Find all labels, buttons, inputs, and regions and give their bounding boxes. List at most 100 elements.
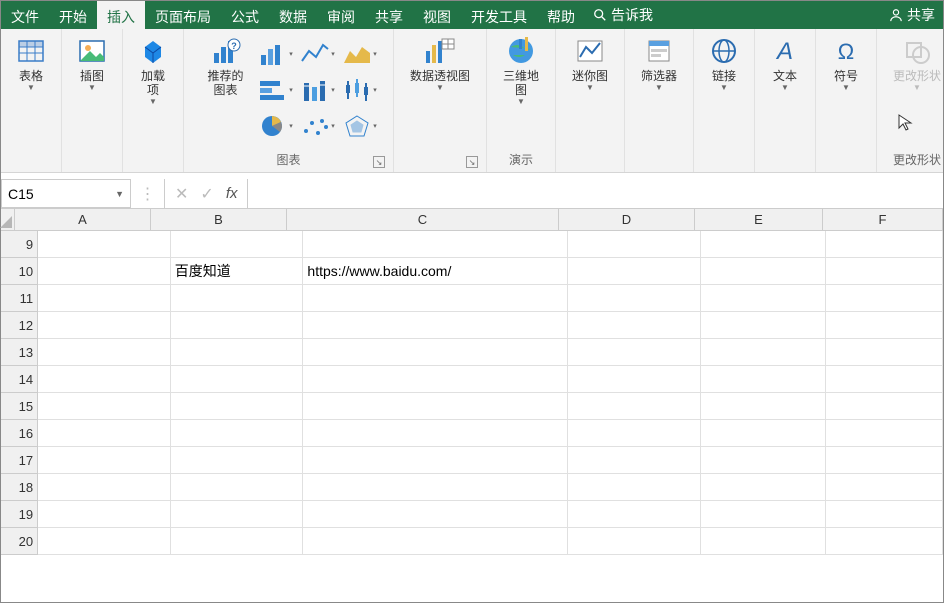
tab-help[interactable]: 帮助 [537,1,585,29]
cell-E14[interactable] [701,366,826,393]
tab-view[interactable]: 视图 [413,1,461,29]
cell-B9[interactable] [171,231,304,258]
cell-B13[interactable] [171,339,304,366]
cell-D18[interactable] [568,474,701,501]
cell-D12[interactable] [568,312,701,339]
cell-C16[interactable] [303,420,568,447]
row-header-10[interactable]: 10 [1,258,38,285]
fbar-expand[interactable]: ⋮ [131,179,165,208]
cell-A11[interactable] [38,285,171,312]
row-header-20[interactable]: 20 [1,528,38,555]
cell-D17[interactable] [568,447,701,474]
cell-A15[interactable] [38,393,171,420]
cell-C18[interactable] [303,474,568,501]
cancel-icon[interactable]: ✕ [175,184,188,204]
cell-D14[interactable] [568,366,701,393]
cell-D19[interactable] [568,501,701,528]
select-all-corner[interactable] [1,209,15,230]
row-header-9[interactable]: 9 [1,231,38,258]
cell-E11[interactable] [701,285,826,312]
cell-B19[interactable] [171,501,304,528]
tab-home[interactable]: 开始 [49,1,97,29]
cell-E13[interactable] [701,339,826,366]
cell-A16[interactable] [38,420,171,447]
cell-E19[interactable] [701,501,826,528]
cell-A13[interactable] [38,339,171,366]
cell-B11[interactable] [171,285,304,312]
cell-D10[interactable] [568,258,701,285]
cell-F14[interactable] [826,366,943,393]
cell-A20[interactable] [38,528,171,555]
cell-B17[interactable] [171,447,304,474]
cell-A18[interactable] [38,474,171,501]
row-header-18[interactable]: 18 [1,474,38,501]
cell-D13[interactable] [568,339,701,366]
pivot-launcher[interactable]: ↘ [466,156,478,168]
radar-chart-button[interactable]: ▾ [340,109,380,143]
name-box[interactable]: C15 ▼ [1,179,131,208]
cell-F19[interactable] [826,501,943,528]
cell-A19[interactable] [38,501,171,528]
row-header-19[interactable]: 19 [1,501,38,528]
addins-button[interactable]: 加载 项 ▼ [129,33,177,108]
cell-E17[interactable] [701,447,826,474]
row-header-16[interactable]: 16 [1,420,38,447]
line-chart-button[interactable]: ▾ [298,37,338,71]
tab-review[interactable]: 审阅 [317,1,365,29]
cell-C10[interactable]: https://www.baidu.com/ [303,258,568,285]
confirm-icon[interactable]: ✓ [200,184,213,204]
cell-A10[interactable] [38,258,171,285]
column-header-C[interactable]: C [287,209,559,230]
formula-input[interactable] [248,179,943,208]
cell-D16[interactable] [568,420,701,447]
charts-launcher[interactable]: ↘ [373,156,385,168]
tab-insert[interactable]: 插入 [97,1,145,29]
cell-F9[interactable] [826,231,943,258]
cell-C13[interactable] [303,339,568,366]
cell-F12[interactable] [826,312,943,339]
column-header-B[interactable]: B [151,209,287,230]
row-header-15[interactable]: 15 [1,393,38,420]
cell-B16[interactable] [171,420,304,447]
cell-E10[interactable] [701,258,826,285]
tab-page-layout[interactable]: 页面布局 [145,1,221,29]
cell-F18[interactable] [826,474,943,501]
cell-D11[interactable] [568,285,701,312]
illustrations-button[interactable]: 插图 ▼ [68,33,116,94]
tab-formulas[interactable]: 公式 [221,1,269,29]
cell-A12[interactable] [38,312,171,339]
table-button[interactable]: 表格 ▼ [7,33,55,94]
cell-C12[interactable] [303,312,568,339]
cell-E15[interactable] [701,393,826,420]
cell-B20[interactable] [171,528,304,555]
cell-B12[interactable] [171,312,304,339]
cell-D9[interactable] [568,231,701,258]
tab-file[interactable]: 文件 [1,1,49,29]
row-header-11[interactable]: 11 [1,285,38,312]
cell-F17[interactable] [826,447,943,474]
cell-B14[interactable] [171,366,304,393]
symbols-button[interactable]: Ω 符号 ▼ [822,33,870,94]
bar-chart-button[interactable]: ▾ [256,73,296,107]
cell-A17[interactable] [38,447,171,474]
tell-me-search[interactable]: 告诉我 [585,1,661,29]
fx-icon[interactable]: fx [226,185,238,202]
tab-share[interactable]: 共享 [365,1,413,29]
row-header-13[interactable]: 13 [1,339,38,366]
area-chart-button[interactable]: ▾ [340,37,380,71]
row-header-12[interactable]: 12 [1,312,38,339]
sparklines-button[interactable]: 迷你图 ▼ [562,33,618,94]
cell-E16[interactable] [701,420,826,447]
cell-B18[interactable] [171,474,304,501]
cell-F11[interactable] [826,285,943,312]
cell-F15[interactable] [826,393,943,420]
cell-F20[interactable] [826,528,943,555]
column-header-A[interactable]: A [15,209,151,230]
pie-chart-button[interactable]: ▾ [256,109,296,143]
cell-C14[interactable] [303,366,568,393]
cell-F13[interactable] [826,339,943,366]
cell-C17[interactable] [303,447,568,474]
column-chart-button[interactable]: ▾ [256,37,296,71]
cell-C9[interactable] [303,231,568,258]
cell-F16[interactable] [826,420,943,447]
